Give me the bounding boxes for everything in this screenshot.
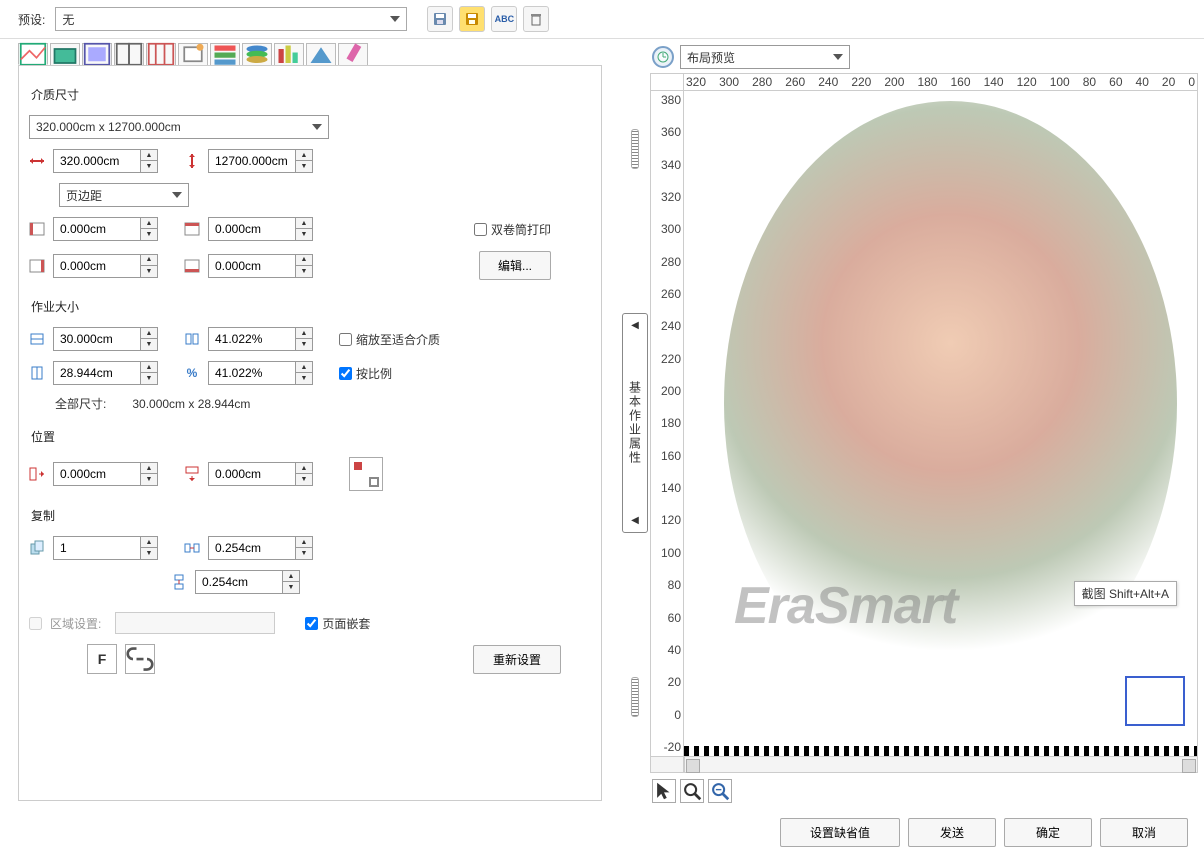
f-button[interactable]: F: [87, 644, 117, 674]
tab-layout[interactable]: [18, 43, 48, 65]
delete-button[interactable]: [523, 6, 549, 32]
dialog-footer: 设置缺省值 发送 确定 取消: [780, 818, 1188, 847]
tab-6[interactable]: [178, 43, 208, 65]
chevron-down-icon: [312, 124, 322, 130]
job-height-input[interactable]: ▲▼: [53, 361, 158, 385]
pos-y-icon: [184, 466, 200, 482]
chevron-down-icon: [390, 16, 400, 22]
link-button[interactable]: [125, 644, 155, 674]
tab-2[interactable]: [50, 43, 80, 65]
left-pane: 介质尺寸 320.000cm x 12700.000cm ▲▼ ▲▼ 页边距: [0, 39, 620, 807]
media-height-input[interactable]: ▲▼: [208, 149, 313, 173]
position-title: 位置: [31, 428, 591, 445]
job-pw-input[interactable]: ▲▼: [208, 327, 313, 351]
margin-top-icon: [184, 221, 200, 237]
ruler-corner: [650, 73, 684, 91]
margin-bottom-input[interactable]: ▲▼: [208, 254, 313, 278]
ok-button[interactable]: 确定: [1004, 818, 1092, 847]
gap-v-input[interactable]: ▲▼: [195, 570, 300, 594]
jobsize-title: 作业大小: [31, 298, 591, 315]
anchor-button[interactable]: [349, 457, 383, 491]
send-button[interactable]: 发送: [908, 818, 996, 847]
tab-10[interactable]: [306, 43, 336, 65]
gap-v-icon: [171, 574, 187, 590]
job-width-input[interactable]: ▲▼: [53, 327, 158, 351]
duplex-checkbox[interactable]: [474, 223, 487, 236]
selection-rect: [1125, 676, 1185, 726]
pos-x-icon: [29, 466, 45, 482]
copy-title: 复制: [31, 507, 591, 524]
preview-canvas[interactable]: EraSmart 截图 Shift+Alt+A: [684, 91, 1198, 757]
save-button[interactable]: [427, 6, 453, 32]
region-checkbox: [29, 617, 42, 630]
triangle-left-icon: ◀: [631, 515, 639, 526]
duplex-checkbox-row: 双卷筒打印: [474, 221, 551, 238]
media-size-title: 介质尺寸: [31, 86, 591, 103]
gap-h-input[interactable]: ▲▼: [208, 536, 313, 560]
edit-media-button[interactable]: 编辑...: [479, 251, 551, 280]
tab-bar: [0, 39, 620, 65]
horizontal-scrollbar[interactable]: [684, 757, 1198, 773]
copy-count-input[interactable]: ▲▼: [53, 536, 158, 560]
preset-value: 无: [62, 11, 74, 28]
job-height-icon: [29, 365, 45, 381]
ruler-vertical: 3803603403203002802602402202001801601401…: [650, 91, 684, 757]
form-panel: 介质尺寸 320.000cm x 12700.000cm ▲▼ ▲▼ 页边距: [18, 65, 602, 801]
watermark-text: EraSmart: [734, 576, 957, 636]
fit-media-checkbox[interactable]: [339, 333, 352, 346]
width-icon: [29, 153, 45, 169]
margin-top-input[interactable]: ▲▼: [208, 217, 313, 241]
zoom-fit-tool[interactable]: [708, 779, 732, 803]
preview-mode-select[interactable]: 布局预览: [680, 45, 850, 69]
main-split: 介质尺寸 320.000cm x 12700.000cm ▲▼ ▲▼ 页边距: [0, 38, 1204, 807]
media-preset-select[interactable]: 320.000cm x 12700.000cm: [29, 115, 329, 139]
rename-button[interactable]: ABC: [491, 6, 517, 32]
ruler-horizontal: 3203002802602402202001801601401201008060…: [684, 73, 1198, 91]
perforation-indicator: [684, 746, 1197, 756]
margin-left-icon: [29, 221, 45, 237]
top-preset-row: 预设: 无 ABC: [0, 0, 1204, 38]
save-as-button[interactable]: [459, 6, 485, 32]
media-width-input[interactable]: ▲▼: [53, 149, 158, 173]
pointer-tool[interactable]: [652, 779, 676, 803]
tab-9[interactable]: [274, 43, 304, 65]
margin-right-input[interactable]: ▲▼: [53, 254, 158, 278]
margin-bottom-icon: [184, 258, 200, 274]
cancel-button[interactable]: 取消: [1100, 818, 1188, 847]
reset-button[interactable]: 重新设置: [473, 645, 561, 674]
tab-4[interactable]: [114, 43, 144, 65]
tab-7[interactable]: [210, 43, 240, 65]
tab-8[interactable]: [242, 43, 272, 65]
splitter[interactable]: ◀ 基本作业属性 ◀: [620, 39, 650, 807]
screenshot-tooltip: 截图 Shift+Alt+A: [1074, 581, 1177, 606]
copy-count-icon: [29, 540, 45, 556]
region-input-disabled: [115, 612, 275, 634]
page-nest-checkbox[interactable]: [305, 617, 318, 630]
properties-handle[interactable]: ◀ 基本作业属性 ◀: [622, 313, 648, 533]
preset-select[interactable]: 无: [55, 7, 407, 31]
zoom-tool[interactable]: [680, 779, 704, 803]
lock-ratio-checkbox[interactable]: [339, 367, 352, 380]
margin-left-input[interactable]: ▲▼: [53, 217, 158, 241]
margin-type-select[interactable]: 页边距: [59, 183, 189, 207]
pos-y-input[interactable]: ▲▼: [208, 462, 313, 486]
tab-11[interactable]: [338, 43, 368, 65]
job-ph-input[interactable]: ▲▼: [208, 361, 313, 385]
set-defaults-button[interactable]: 设置缺省值: [780, 818, 900, 847]
percent-icon: %: [184, 365, 200, 381]
height-icon: [184, 153, 200, 169]
job-pw-icon: [184, 331, 200, 347]
pos-x-input[interactable]: ▲▼: [53, 462, 158, 486]
job-width-icon: [29, 331, 45, 347]
triangle-left-icon: ◀: [631, 320, 639, 331]
preview-pane: 布局预览 32030028026024022020018016014012010…: [650, 39, 1204, 807]
gap-h-icon: [184, 540, 200, 556]
tab-5[interactable]: [146, 43, 176, 65]
clock-icon: [652, 46, 674, 68]
preset-label: 预设:: [18, 11, 45, 28]
tab-3[interactable]: [82, 43, 112, 65]
margin-right-icon: [29, 258, 45, 274]
